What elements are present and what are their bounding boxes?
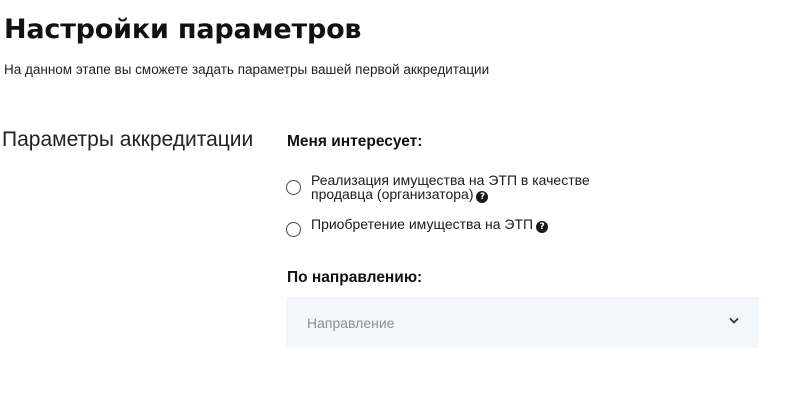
chevron-down-icon: [729, 318, 739, 324]
radio-option-buyer[interactable]: Приобретение имущества на ЭТП?: [286, 215, 549, 237]
direction-select[interactable]: Направление: [286, 297, 759, 348]
section-title: Параметры аккредитации: [2, 128, 254, 151]
radio-label-buyer[interactable]: Приобретение имущества на ЭТП?: [311, 217, 549, 233]
interest-label: Меня интересует:: [287, 133, 423, 150]
direction-label: По направлению:: [287, 269, 423, 286]
direction-select-placeholder: Направление: [307, 315, 395, 331]
radio-label-seller[interactable]: Реализация имущества на ЭТП в качестве п…: [311, 173, 601, 203]
radio-option-seller[interactable]: Реализация имущества на ЭТП в качестве п…: [286, 173, 601, 203]
question-circle-icon[interactable]: ?: [476, 191, 489, 203]
radio-button-seller[interactable]: [286, 180, 301, 195]
page-subtitle: На данном этапе вы сможете задать параме…: [4, 62, 490, 77]
page-title: Настройки параметров: [4, 14, 362, 45]
accreditation-settings-page: Настройки параметров На данном этапе вы …: [0, 0, 800, 397]
question-circle-icon[interactable]: ?: [536, 221, 549, 233]
radio-button-buyer[interactable]: [286, 222, 301, 237]
